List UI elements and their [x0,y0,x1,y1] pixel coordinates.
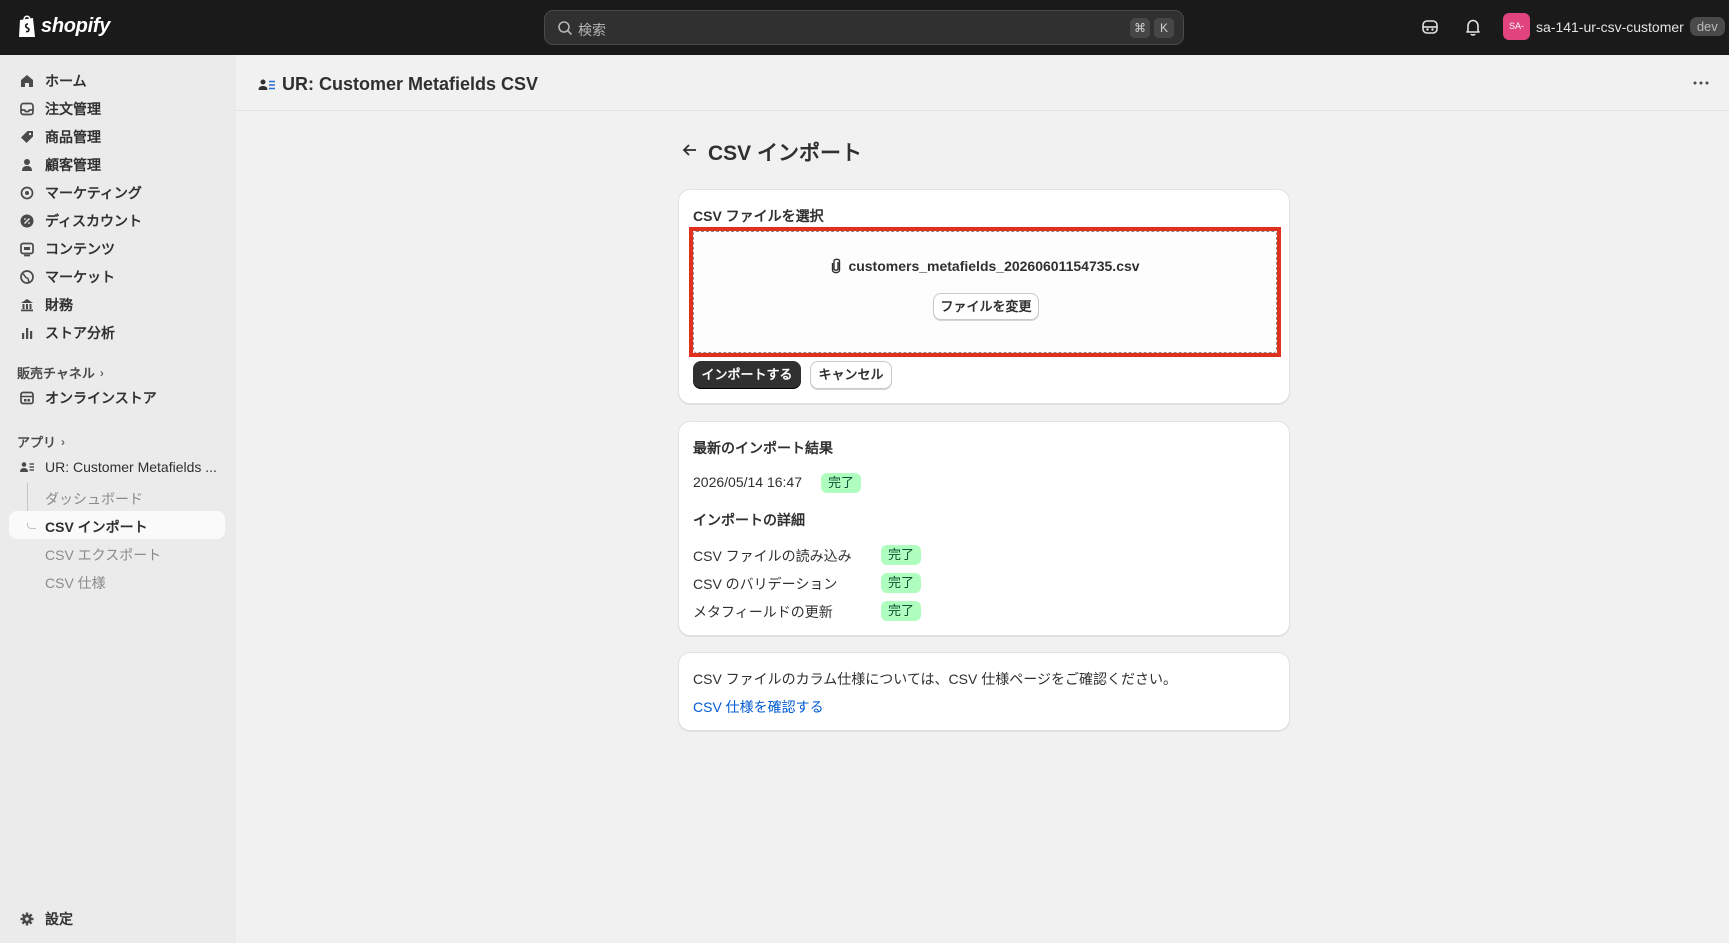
sidebar-item-label: ストア分析 [45,325,115,341]
globe-icon [20,270,34,284]
change-file-button[interactable]: ファイルを変更 [933,293,1039,320]
shopify-bag-icon [19,15,35,37]
store-avatar: SA- [1503,13,1530,40]
sidebar-item-home[interactable]: ホーム [9,68,225,94]
sidebar-item-label: 顧客管理 [45,157,101,173]
page-title: CSV インポート [708,142,863,165]
paperclip-icon [832,258,841,274]
tag-icon [21,131,33,143]
content-icon [20,242,34,257]
sales-channels-section[interactable]: 販売チャネル › [17,363,104,382]
sidebar-item-discounts[interactable]: ディスカウント [9,208,225,234]
status-badge: 完了 [881,545,922,565]
sidebar-item-online-store[interactable]: オンラインストア [9,385,225,411]
shortcut-command-key: ⌘ [1130,18,1150,38]
sidebar-item-markets[interactable]: マーケット [9,264,225,290]
status-badge: 完了 [881,601,922,621]
import-result-card: 最新のインポート結果 2026/05/14 16:47 完了 インポートの詳細 … [678,421,1290,636]
storefront-icon [20,391,34,405]
inbox-icon [20,102,34,116]
csv-select-card: CSV ファイルを選択 customers_metafields_2026060… [678,189,1290,404]
search-icon [558,21,573,36]
sidekick-icon[interactable] [1419,16,1441,38]
home-icon [21,75,33,87]
status-badge: 完了 [821,473,862,493]
chevron-right-icon: › [99,365,104,380]
sidebar-item-label: マーケット [45,269,115,285]
result-timestamp: 2026/05/14 16:47 [693,474,802,490]
chart-icon [22,328,33,339]
result-heading: 最新のインポート結果 [693,440,833,456]
customer-list-icon [20,462,34,472]
sidebar: ホーム 注文管理 商品管理 顧客管理 マーケティング ディスカウント コンテンツ… [0,55,236,943]
detail-label: CSV のバリデーション [693,576,838,592]
app-title: UR: Customer Metafields CSV [258,74,538,95]
app-title-text: UR: Customer Metafields CSV [282,74,539,94]
sidebar-item-label: コンテンツ [45,241,115,257]
sidebar-item-products[interactable]: 商品管理 [9,124,225,150]
import-button[interactable]: インポートする [693,361,801,389]
csv-spec-info-card: CSV ファイルのカラム仕様については、CSV 仕様ページをご確認ください。 C… [678,652,1290,731]
sidebar-item-label: 注文管理 [45,101,101,117]
logo-text: shopify [41,14,111,37]
sidebar-item-label: オンラインストア [45,390,157,406]
sales-channels-title: 販売チャネル [17,366,95,381]
apps-section[interactable]: アプリ › [17,432,65,451]
cancel-button[interactable]: キャンセル [810,361,892,389]
chevron-right-icon: › [61,434,66,449]
shopify-logo[interactable]: shopify [17,13,110,39]
detail-label: メタフィールドの更新 [693,604,833,620]
info-text: CSV ファイルのカラム仕様については、CSV 仕様ページをご確認ください。 [693,671,1177,687]
discount-icon [20,214,34,228]
apps-title: アプリ [17,435,57,450]
details-heading: インポートの詳細 [693,512,805,528]
person-icon [22,159,32,171]
sidebar-item-label: 商品管理 [45,129,101,145]
sidebar-item-content[interactable]: コンテンツ [9,236,225,262]
sidebar-item-settings[interactable]: 設定 [9,906,225,932]
sidebar-item-orders[interactable]: 注文管理 [9,96,225,122]
store-name: sa-141-ur-csv-customer [1536,18,1684,35]
sidebar-sub-dashboard[interactable]: ダッシュボード [45,489,143,509]
sidebar-item-customers[interactable]: 顧客管理 [9,152,225,178]
bell-icon[interactable] [1462,16,1484,38]
sidebar-app-name: UR: Customer Metafields ... [45,459,217,475]
tree-hook [27,523,36,529]
store-menu[interactable]: SA- sa-141-ur-csv-customer dev [1503,13,1725,40]
sidebar-item-analytics[interactable]: ストア分析 [9,320,225,346]
app-header: UR: Customer Metafields CSV [236,55,1729,111]
selected-file: customers_metafields_20260601154735.csv [694,258,1276,274]
sidebar-sub-csv-import[interactable]: CSV インポート [45,517,148,537]
top-bar: shopify 検索 ⌘ K SA- sa-141-ur-csv-custome… [0,0,1729,55]
sidebar-item-label: マーケティング [45,185,142,201]
sidebar-item-marketing[interactable]: マーケティング [9,180,225,206]
search-placeholder: 検索 [578,22,606,38]
target-icon [20,186,34,200]
search-input[interactable]: 検索 ⌘ K [544,10,1184,45]
csv-select-heading: CSV ファイルを選択 [693,208,824,224]
status-badge: 完了 [881,573,922,593]
customer-list-icon [258,79,275,90]
sidebar-item-app[interactable]: UR: Customer Metafields ... [9,454,225,480]
dev-badge: dev [1689,17,1725,36]
file-name: customers_metafields_20260601154735.csv [848,258,1140,274]
detail-label: CSV ファイルの読み込み [693,548,852,564]
back-arrow-icon[interactable] [680,140,700,160]
sidebar-item-label: 設定 [45,911,73,927]
shortcut-k-key: K [1154,18,1174,38]
bank-icon [21,299,33,312]
file-dropzone[interactable]: customers_metafields_20260601154735.csv … [693,231,1277,353]
more-actions-icon[interactable] [1691,73,1711,93]
sidebar-item-finance[interactable]: 財務 [9,292,225,318]
sidebar-sub-csv-export[interactable]: CSV エクスポート [45,545,161,565]
csv-spec-link[interactable]: CSV 仕様を確認する [693,697,824,717]
sidebar-sub-csv-spec[interactable]: CSV 仕様 [45,573,106,593]
sidebar-item-label: ホーム [45,73,87,89]
gear-icon [20,912,34,926]
sidebar-item-label: 財務 [45,297,73,313]
sidebar-item-label: ディスカウント [45,213,143,229]
